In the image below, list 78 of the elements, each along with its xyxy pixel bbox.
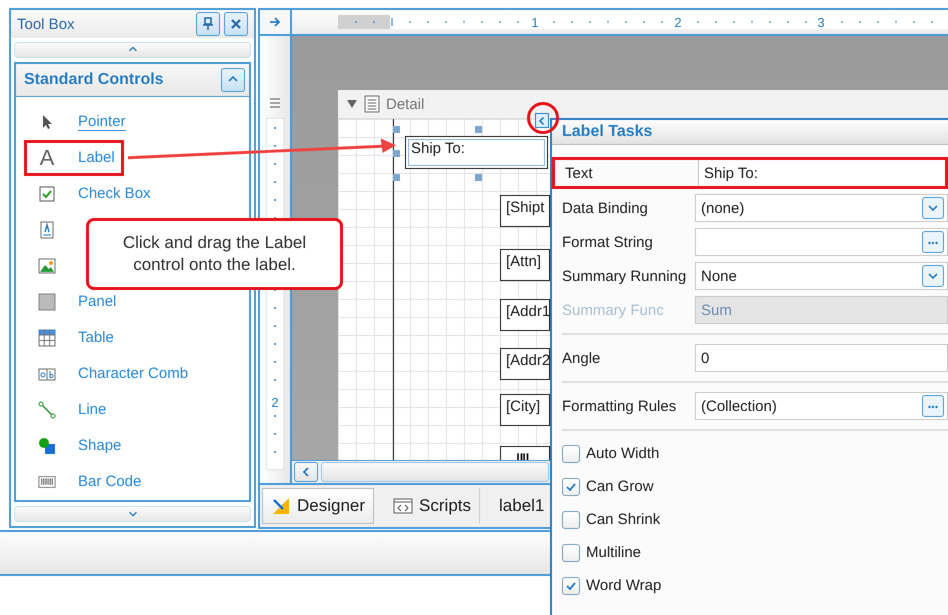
band-icon [364,95,380,113]
property-label: Format String [561,234,654,250]
ruler-triangle-icon [271,496,291,516]
dropdown-icon[interactable] [922,197,944,219]
checkbox[interactable] [562,478,580,496]
group-title: Standard Controls [24,71,165,89]
ellipsis-icon[interactable] [922,231,944,253]
menu-icon [269,98,281,108]
band-title: Detail [386,96,424,112]
horizontal-ruler: 1 2 3 [338,15,948,29]
checkbox[interactable] [562,544,580,562]
dropdown-icon[interactable] [922,265,944,287]
arrow-right-icon [268,15,282,29]
view-tab[interactable]: Designer [262,488,374,524]
toolbox-item[interactable]: Shape [78,437,122,455]
property-label: Data Binding [561,200,649,216]
arrow-button[interactable] [260,10,292,36]
smart-tag-button[interactable] [535,113,549,128]
resize-handle[interactable] [475,126,482,133]
resize-handle[interactable] [393,174,400,181]
close-button[interactable] [224,12,248,36]
dropdown-field[interactable]: (none) [695,194,948,222]
report-field[interactable]: [Addr2 [500,348,550,380]
checkbox[interactable] [562,510,580,528]
input-field[interactable] [695,228,948,256]
collapse-triangle-icon[interactable] [346,99,358,109]
barcode-icon [38,473,56,491]
report-field[interactable]: [Attn] [500,249,550,281]
dropdown-field[interactable]: None [695,262,948,290]
checkbox-icon [38,185,56,203]
picture-icon [38,257,56,275]
report-field[interactable]: [Addr1 [500,299,550,331]
checkbox[interactable] [562,576,580,594]
toolbox-item[interactable]: Line [78,401,106,419]
resize-handle[interactable] [393,126,400,133]
scroll-left-button[interactable] [294,462,318,482]
resize-handle[interactable] [475,174,482,181]
checkbox-label: Can Shrink [586,511,660,528]
checkbox-label: Auto Width [586,445,660,462]
shape-icon [38,437,56,455]
ellipsis-icon[interactable] [922,395,944,417]
panel-icon [38,293,56,311]
toolbox-item[interactable]: Panel [78,293,116,311]
resize-handle[interactable] [393,150,400,157]
toolbox-item[interactable]: Character Comb [78,365,188,383]
checkbox-label: Word Wrap [586,577,662,594]
highlight-circle [526,101,560,135]
close-icon [229,17,243,31]
toolbox-item[interactable]: Pointer [78,113,126,131]
collapse-button[interactable] [221,68,245,92]
toolbox-item[interactable]: Check Box [78,185,151,203]
line-icon [38,401,56,419]
code-icon [393,496,414,516]
report-field[interactable]: [Shipt [500,195,550,227]
input-field[interactable]: (Collection) [695,392,948,420]
property-label: Text [564,164,594,182]
property-label: Summary Func [561,302,665,318]
checkbox-label: Multiline [586,544,642,561]
panel-title: Tool Box [17,16,76,32]
toolbox-item[interactable]: Bar Code [78,473,142,491]
toolbox-item[interactable]: Table [78,329,114,347]
view-tab[interactable]: Scripts [384,488,480,524]
report-label[interactable]: Ship To: [405,136,548,169]
pin-button[interactable] [196,12,220,36]
input-field[interactable]: Ship To: [698,160,945,186]
toolbox-item[interactable]: Label [78,149,115,167]
input-field[interactable]: 0 [695,344,948,372]
property-label: Angle [561,350,602,366]
checkbox[interactable] [562,444,580,462]
table-icon [38,329,56,347]
checkbox-label: Can Grow [586,478,654,495]
chevron-left-icon [537,116,547,126]
pin-icon [201,17,215,31]
letter-icon: A [40,147,54,169]
text-box-icon [38,221,56,239]
property-label: Formatting Rules [561,398,678,414]
report-field[interactable]: [City] [500,394,550,426]
property-label: Summary Running [561,268,688,284]
